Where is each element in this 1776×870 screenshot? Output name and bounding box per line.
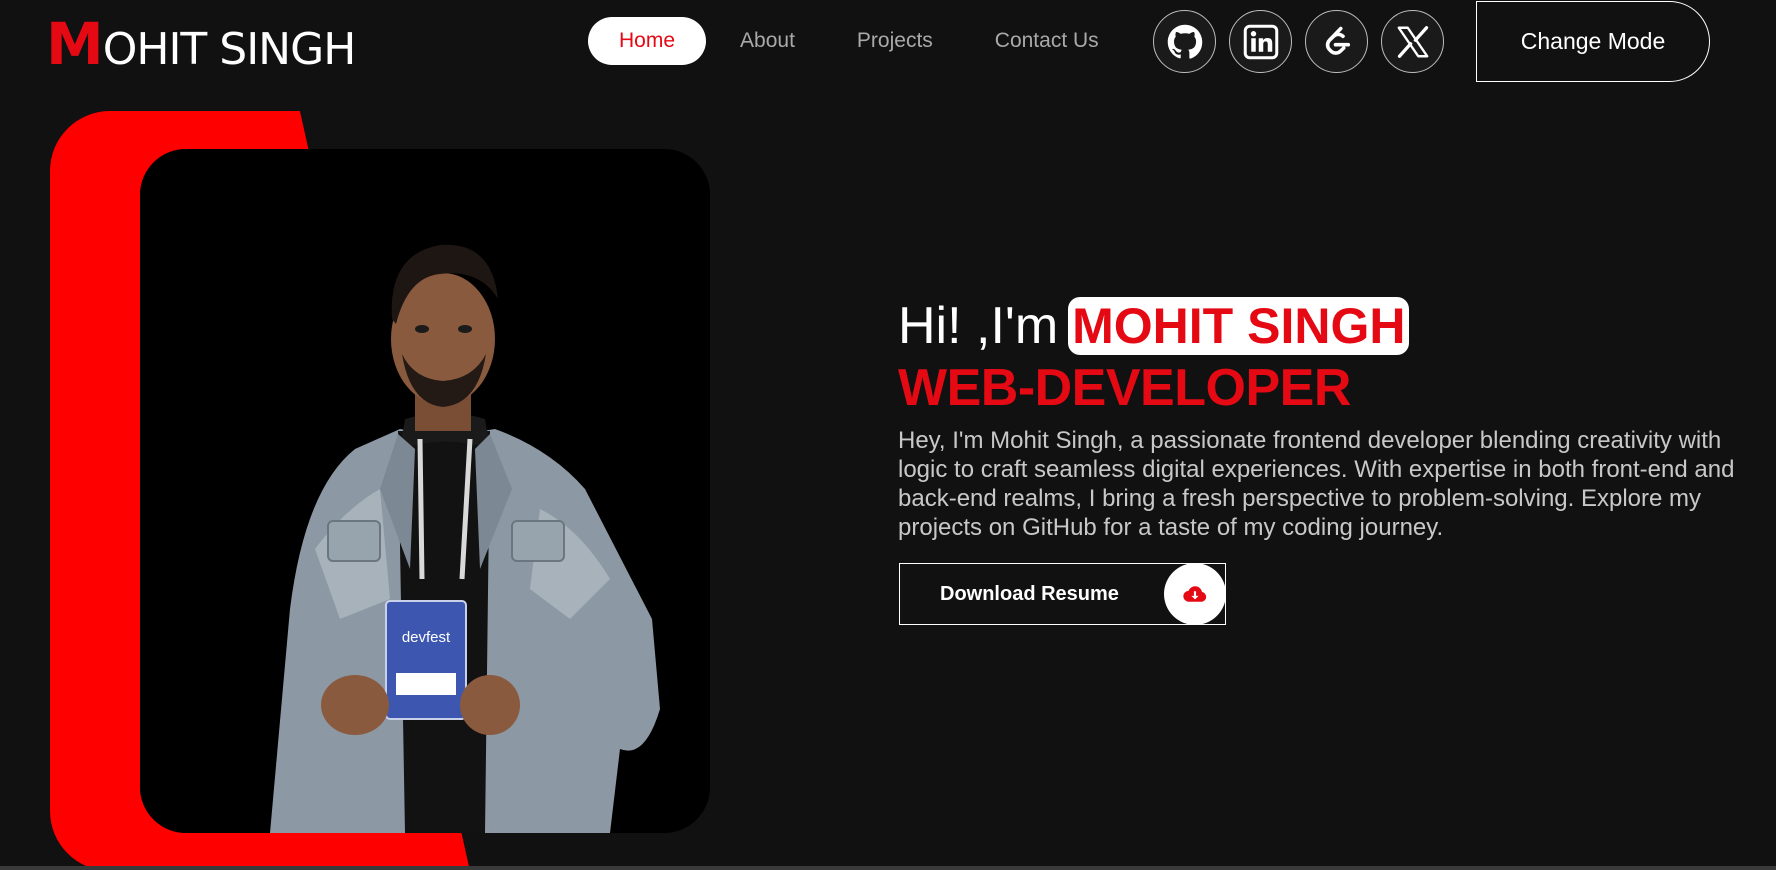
logo-text: OHIT SINGH <box>102 24 357 75</box>
x-link[interactable] <box>1381 10 1444 73</box>
nav-home[interactable]: Home <box>588 17 707 65</box>
download-resume-label: Download Resume <box>940 582 1119 605</box>
hero-greeting: Hi! ,I'm MOHIT SINGH <box>898 296 1410 356</box>
linkedin-link[interactable] <box>1229 10 1292 73</box>
page: MOHIT SINGH Home About Projects Contact … <box>0 0 1776 870</box>
leetcode-icon <box>1325 26 1350 55</box>
badge-text: devfest <box>402 629 451 646</box>
greeting-prefix: Hi! ,I'm <box>898 297 1059 355</box>
leetcode-link[interactable] <box>1305 10 1368 73</box>
site-logo[interactable]: MOHIT SINGH <box>46 10 357 84</box>
hero-role: WEB-DEVELOPER <box>898 359 1351 417</box>
nav-about[interactable]: About <box>709 17 826 65</box>
portrait-illustration: devfest <box>140 149 710 833</box>
change-mode-button[interactable]: Change Mode <box>1476 1 1710 82</box>
main-nav: Home About Projects Contact Us <box>588 17 1130 65</box>
logo-initial: M <box>46 10 104 78</box>
profile-photo: devfest <box>140 149 710 833</box>
hero-bio: Hey, I'm Mohit Singh, a passionate front… <box>898 427 1735 541</box>
social-links <box>1153 10 1444 73</box>
hero-name: MOHIT SINGH <box>1068 297 1410 355</box>
x-icon <box>1397 25 1428 58</box>
nav-contact-us[interactable]: Contact Us <box>964 17 1130 65</box>
github-link[interactable] <box>1153 10 1216 73</box>
github-icon <box>1167 24 1202 59</box>
page-bottom-border <box>0 866 1776 870</box>
cloud-download-icon <box>1164 563 1226 625</box>
download-resume-button[interactable]: Download Resume <box>899 563 1226 625</box>
linkedin-icon <box>1243 24 1278 59</box>
nav-projects[interactable]: Projects <box>826 17 964 65</box>
